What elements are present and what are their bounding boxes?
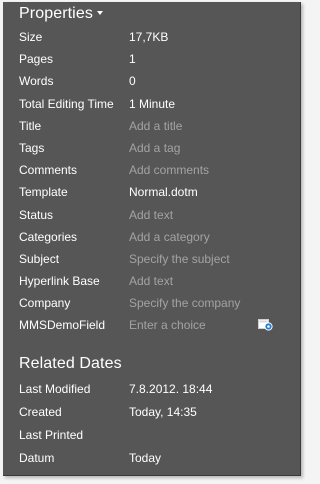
property-label: Template bbox=[19, 185, 68, 200]
property-row-pages: Pages 1 bbox=[3, 48, 300, 70]
property-row-total-editing-time: Total Editing Time 1 Minute bbox=[3, 93, 300, 115]
date-value: Today bbox=[129, 451, 162, 465]
mmsdemofield-field[interactable]: Enter a choice bbox=[129, 314, 206, 336]
property-label: Size bbox=[19, 30, 43, 44]
property-label: Title bbox=[19, 118, 42, 133]
property-value: Normal.dotm bbox=[129, 185, 198, 200]
property-row-status: Status Add text bbox=[3, 204, 300, 226]
subject-field[interactable]: Specify the subject bbox=[129, 248, 230, 270]
property-label: Comments bbox=[19, 163, 78, 178]
property-value: 0 bbox=[129, 74, 136, 89]
property-row-hyperlink-base: Hyperlink Base Add text bbox=[3, 270, 300, 292]
property-row-size: Size 17,7KB bbox=[3, 26, 300, 48]
title-field[interactable]: Add a title bbox=[129, 115, 182, 137]
tags-field[interactable]: Add a tag bbox=[129, 137, 180, 159]
property-label: Company bbox=[19, 296, 71, 311]
date-label: Created bbox=[19, 405, 62, 419]
properties-header[interactable]: Properties bbox=[19, 5, 103, 23]
property-value: 1 bbox=[129, 52, 136, 67]
property-label: Words bbox=[19, 74, 54, 89]
date-row-last-modified: Last Modified 7.8.2012. 18:44 bbox=[3, 378, 300, 401]
property-row-subject: Subject Specify the subject bbox=[3, 248, 300, 270]
comments-field[interactable]: Add comments bbox=[129, 159, 209, 181]
property-row-categories: Categories Add a category bbox=[3, 226, 300, 248]
property-row-comments: Comments Add comments bbox=[3, 159, 300, 181]
property-value: 1 Minute bbox=[129, 96, 176, 111]
property-row-title: Title Add a title bbox=[3, 115, 300, 137]
properties-panel: Properties Size 17,7KB Pages 1 Words 0 T… bbox=[3, 2, 301, 476]
date-label: Last Modified bbox=[19, 382, 91, 396]
property-value: 17,7KB bbox=[129, 30, 169, 44]
property-label: Total Editing Time bbox=[19, 96, 114, 111]
status-field[interactable]: Add text bbox=[129, 204, 173, 226]
property-label: Categories bbox=[19, 229, 78, 244]
property-row-words: Words 0 bbox=[3, 70, 300, 92]
related-dates-list: Last Modified 7.8.2012. 18:44 Created To… bbox=[3, 378, 300, 470]
date-row-datum: Datum Today bbox=[3, 447, 300, 470]
properties-title: Properties bbox=[19, 5, 93, 22]
property-row-mmsdemofield: MMSDemoField Enter a choice bbox=[3, 314, 300, 336]
date-label: Datum bbox=[19, 451, 55, 465]
date-value: 7.8.2012. 18:44 bbox=[129, 382, 213, 396]
property-row-template: Template Normal.dotm bbox=[3, 181, 300, 203]
related-dates-title: Related Dates bbox=[19, 355, 122, 372]
hyperlink-base-field[interactable]: Add text bbox=[129, 270, 173, 292]
property-label: Hyperlink Base bbox=[19, 274, 100, 289]
properties-list: Size 17,7KB Pages 1 Words 0 Total Editin… bbox=[3, 26, 300, 337]
property-label: Status bbox=[19, 207, 54, 222]
date-row-last-printed: Last Printed bbox=[3, 424, 300, 447]
categories-field[interactable]: Add a category bbox=[129, 226, 210, 248]
property-label: Tags bbox=[19, 140, 45, 155]
property-row-company: Company Specify the company bbox=[3, 292, 300, 314]
property-label: Subject bbox=[19, 251, 60, 266]
choice-picker-icon[interactable] bbox=[258, 319, 273, 332]
property-label: Pages bbox=[19, 52, 54, 67]
company-field[interactable]: Specify the company bbox=[129, 292, 240, 314]
chevron-down-icon bbox=[96, 11, 103, 15]
date-value: Today, 14:35 bbox=[129, 405, 197, 419]
date-label: Last Printed bbox=[19, 428, 84, 442]
property-label: MMSDemoField bbox=[19, 318, 106, 333]
property-row-tags: Tags Add a tag bbox=[3, 137, 300, 159]
date-row-created: Created Today, 14:35 bbox=[3, 401, 300, 424]
